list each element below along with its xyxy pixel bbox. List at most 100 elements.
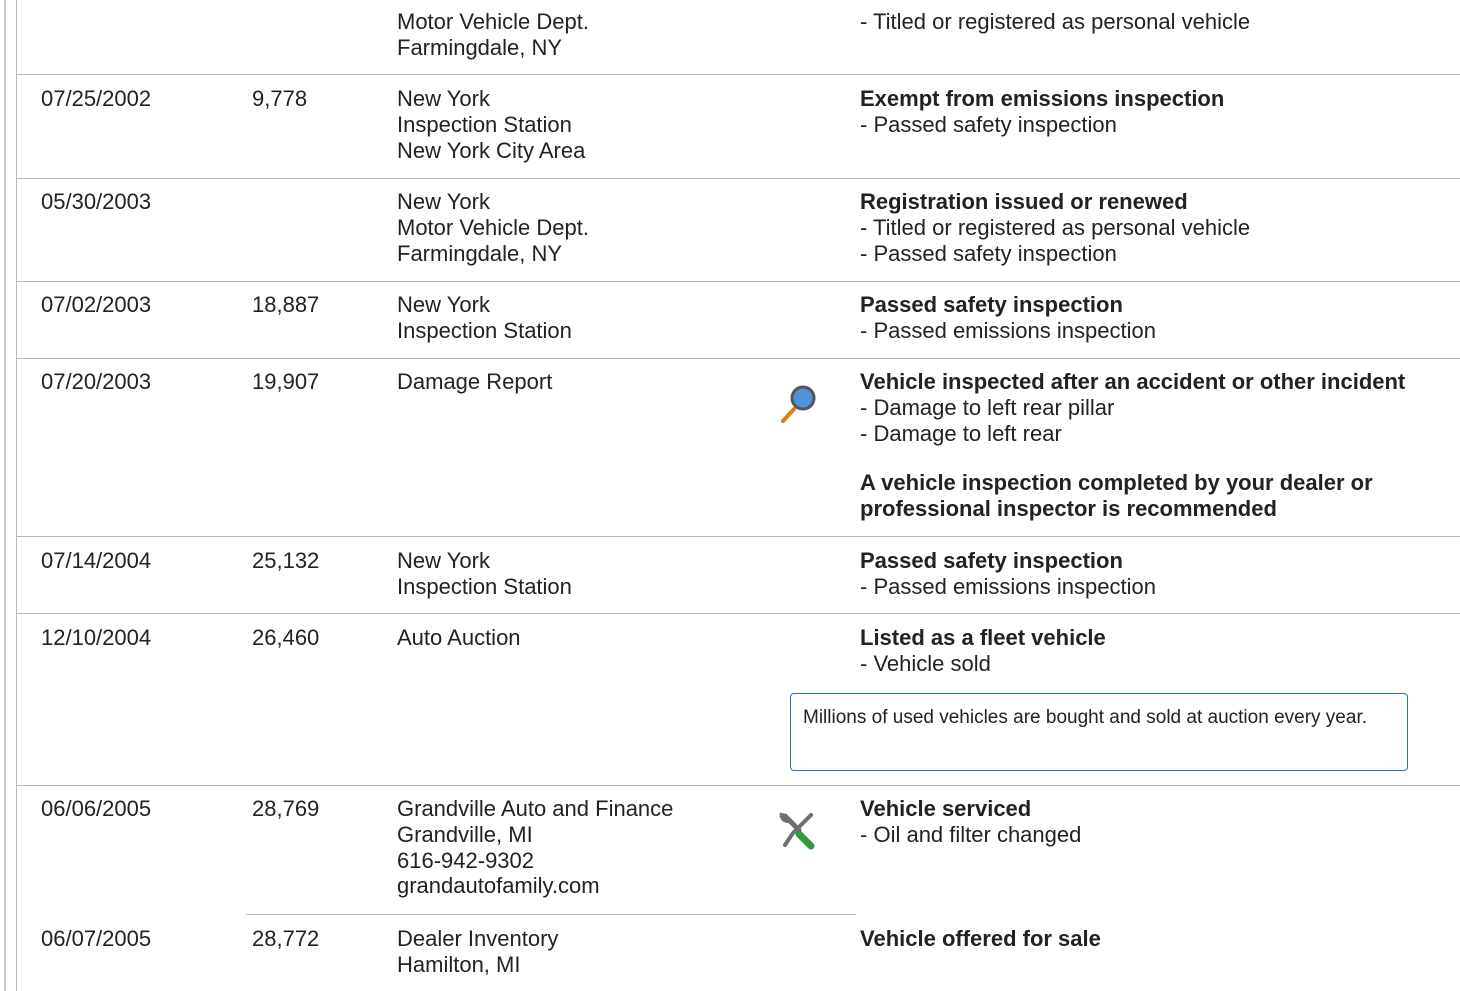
list-dash: - (860, 821, 874, 847)
event-headline: Vehicle offered for sale (860, 926, 1101, 951)
list-dash: - (860, 420, 874, 446)
record-date: 12/10/2004 (41, 625, 152, 650)
source-name: New York (397, 86, 490, 111)
record-details: Registration issued or renewed - Titled o… (860, 189, 1450, 266)
event-detail-item: - Damage to left rear pillar (860, 395, 1450, 421)
record-mileage: 28,772 (252, 926, 320, 951)
list-dash: - (860, 111, 874, 137)
event-detail-text: Passed safety inspection (873, 111, 1117, 137)
event-headline: Exempt from emissions inspection (860, 86, 1225, 111)
record-source: Dealer Inventory Hamilton, MI (397, 926, 558, 978)
record-date: 07/25/2002 (41, 86, 152, 111)
record-source: New York Inspection Station New York City … (397, 86, 585, 163)
record-mileage: 18,887 (252, 292, 320, 317)
row-divider (17, 785, 1460, 786)
row-divider (17, 74, 1460, 75)
event-headline: Vehicle serviced (860, 796, 1032, 821)
list-dash: - (860, 214, 874, 240)
source-name: Damage Report (397, 369, 553, 394)
source-line: Farmingdale, NY (397, 240, 563, 266)
list-dash: - (860, 9, 874, 34)
record-mileage: 25,132 (252, 548, 320, 573)
event-detail-item: - Titled or registered as personal vehic… (860, 9, 1450, 35)
source-name: New York (397, 548, 490, 573)
magnifier-icon (777, 383, 821, 427)
event-detail-item: - Passed safety inspection (860, 112, 1450, 138)
event-detail-item: - Vehicle sold (860, 651, 1450, 677)
event-detail-text: Vehicle sold (873, 650, 991, 676)
record-source: Motor Vehicle Dept. Farmingdale, NY (397, 9, 589, 61)
event-detail-item: - Oil and filter changed (860, 822, 1450, 848)
list-dash: - (860, 650, 874, 676)
source-name: New York (397, 189, 490, 214)
event-detail-text: Damage to left rear (873, 420, 1062, 446)
source-name: Dealer Inventory (397, 926, 559, 951)
record-mileage: 9,778 (252, 86, 308, 111)
event-detail-item: - Passed emissions inspection (860, 574, 1450, 600)
page-left-rule (4, 0, 6, 991)
source-line: 616-942-9302 (397, 847, 535, 873)
record-source: Auto Auction (397, 625, 521, 651)
wrench-screwdriver-icon (777, 810, 821, 854)
row-divider (17, 613, 1460, 614)
source-line: Hamilton, MI (397, 951, 521, 977)
record-details: Passed safety inspection - Passed emissio… (860, 292, 1450, 344)
record-details: Vehicle serviced - Oil and filter changed (860, 796, 1450, 848)
event-detail-text: Passed safety inspection (873, 240, 1117, 266)
record-date: 05/30/2003 (41, 189, 152, 214)
event-detail-item: - Passed emissions inspection (860, 318, 1450, 344)
record-details: Vehicle inspected after an accident or o… (860, 369, 1450, 522)
record-details: Vehicle offered for sale (860, 926, 1450, 952)
source-line: Inspection Station (397, 317, 572, 343)
row-divider (17, 358, 1460, 359)
event-detail-item: - Passed safety inspection (860, 241, 1450, 267)
record-mileage: 19,907 (252, 369, 320, 394)
event-headline: Passed safety inspection (860, 292, 1123, 317)
source-line: Inspection Station (397, 573, 572, 599)
row-divider (17, 178, 1460, 179)
record-details: - Titled or registered as personal vehic… (860, 9, 1450, 35)
list-dash: - (860, 240, 874, 266)
record-date: 07/20/2003 (41, 369, 152, 394)
source-name: Auto Auction (397, 625, 521, 650)
source-name: Grandville Auto and Finance (397, 796, 674, 821)
record-mileage: 28,769 (252, 796, 320, 821)
event-headline: Registration issued or renewed (860, 189, 1188, 214)
row-divider (17, 536, 1460, 537)
event-detail-text: Titled or registered as personal vehicle (873, 9, 1251, 34)
event-detail-text: Oil and filter changed (873, 821, 1082, 847)
record-source: New York Inspection Station (397, 292, 572, 344)
event-headline: Listed as a fleet vehicle (860, 625, 1106, 650)
event-detail-text: Titled or registered as personal vehicle (873, 214, 1251, 240)
source-line: Grandville, MI (397, 821, 533, 847)
record-source: New York Inspection Station (397, 548, 572, 600)
record-mileage: 26,460 (252, 625, 320, 650)
record-details: Passed safety inspection - Passed emissio… (860, 548, 1450, 600)
table-left-border (16, 0, 17, 991)
event-detail-text: Passed emissions inspection (873, 317, 1156, 343)
source-line: Motor Vehicle Dept. (397, 214, 589, 240)
source-name: Motor Vehicle Dept. (397, 9, 589, 34)
record-date: 07/14/2004 (41, 548, 152, 573)
event-headline: Vehicle inspected after an accident or o… (860, 369, 1406, 394)
event-detail-item: - Damage to left rear (860, 421, 1450, 447)
record-date: 06/06/2005 (41, 796, 152, 821)
source-name: New York (397, 292, 490, 317)
auction-info-callout: Millions of used vehicles are bought and… (790, 693, 1408, 771)
event-detail-text: Damage to left rear pillar (873, 394, 1115, 420)
event-detail-item: - Titled or registered as personal vehic… (860, 215, 1450, 241)
source-line: Inspection Station (397, 111, 572, 137)
row-divider (246, 914, 856, 915)
inspection-recommendation: A vehicle inspection completed by your d… (860, 470, 1373, 522)
record-source: New York Motor Vehicle Dept. Farmingdale, … (397, 189, 589, 266)
event-headline: Passed safety inspection (860, 548, 1123, 573)
record-source: Grandville Auto and Finance Grandville, M… (397, 796, 673, 899)
list-dash: - (860, 317, 874, 343)
list-dash: - (860, 573, 874, 599)
record-date: 06/07/2005 (41, 926, 152, 951)
row-divider (17, 281, 1460, 282)
source-line: New York City Area (397, 137, 586, 163)
event-detail-text: Passed emissions inspection (873, 573, 1156, 599)
record-details: Exempt from emissions inspection - Passed… (860, 86, 1450, 138)
source-line: Farmingdale, NY (397, 34, 563, 60)
